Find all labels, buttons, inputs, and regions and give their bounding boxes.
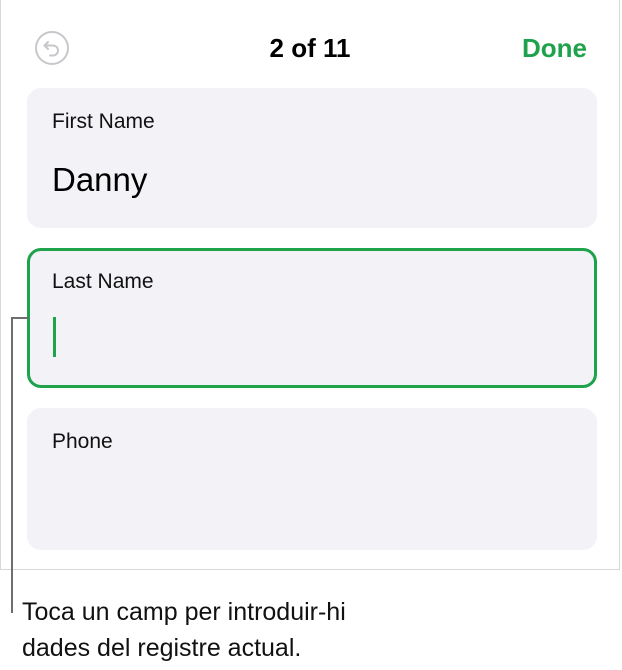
field-phone[interactable]: Phone [27,408,597,550]
callout-leader-vertical [11,317,13,613]
done-button[interactable]: Done [522,31,587,65]
screenshot-stage: 2 of 11 Done First Name Danny Last Name … [0,0,622,670]
record-form-panel: 2 of 11 Done First Name Danny Last Name … [0,0,620,570]
field-label: Last Name [52,270,154,293]
text-cursor [53,317,56,357]
field-last-name[interactable]: Last Name [27,248,597,388]
callout-line-2: dades del registre actual. [22,634,302,662]
field-value[interactable]: Danny [52,161,147,199]
field-label: Phone [52,430,113,453]
callout-line-1: Toca un camp per introduir-hi [22,598,346,626]
callout-annotation: Toca un camp per introduir-hi dades del … [22,594,462,666]
field-label: First Name [52,110,155,133]
callout-leader-horizontal [11,317,29,319]
field-first-name[interactable]: First Name Danny [27,88,597,228]
